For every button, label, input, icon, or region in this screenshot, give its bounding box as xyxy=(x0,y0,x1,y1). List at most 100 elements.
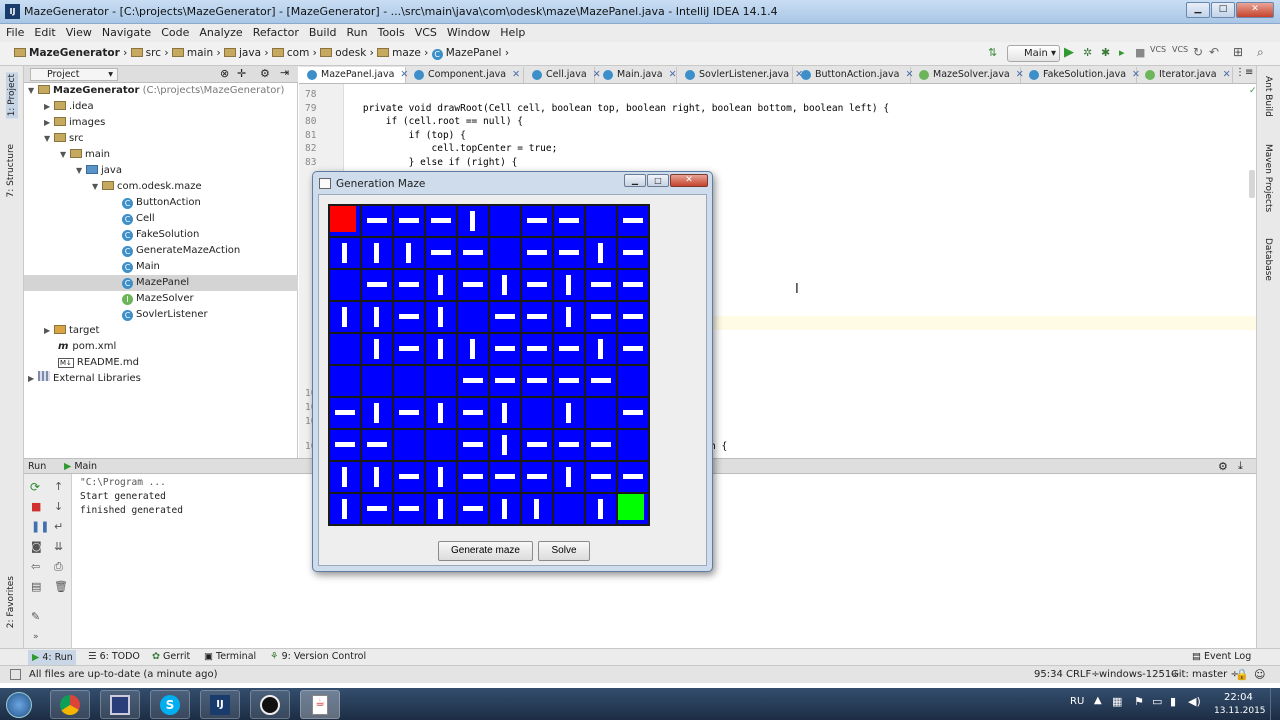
tab-favorites[interactable]: 2: Favorites xyxy=(6,576,16,628)
tray-flag-icon[interactable]: ⚑ xyxy=(1134,695,1144,708)
tab-component[interactable]: Component.java ✕ xyxy=(406,67,524,83)
maximize-button[interactable]: □ xyxy=(1211,2,1235,18)
pin-icon[interactable]: ✎ xyxy=(31,610,40,623)
caret-position[interactable]: 95:34 xyxy=(1034,669,1063,680)
breadcrumb-maze[interactable]: maze xyxy=(392,47,421,59)
vcs-commit-icon[interactable]: VCS xyxy=(1172,45,1188,54)
menu-build[interactable]: Build xyxy=(305,24,341,41)
search-everywhere-icon[interactable]: ⌕ xyxy=(1257,45,1264,60)
close-tab-icon[interactable]: ✕ xyxy=(1223,69,1231,80)
input-language[interactable]: RU xyxy=(1070,696,1084,707)
stop-icon[interactable]: ■ xyxy=(1135,46,1145,59)
tab-structure[interactable]: 7: Structure xyxy=(6,144,16,198)
tab-todo[interactable]: ☰ 6: TODO xyxy=(88,651,140,662)
tree-item-package[interactable]: ▼ com.odesk.maze xyxy=(92,179,202,195)
close-tab-icon[interactable]: ✕ xyxy=(512,69,520,80)
tree-item-mazepanel[interactable]: C MazePanel xyxy=(24,275,298,291)
taskbar-time[interactable]: 22:04 xyxy=(1224,692,1253,703)
more-icon[interactable]: » xyxy=(33,632,39,642)
build-icon[interactable]: ⇅ xyxy=(988,47,1000,59)
pause-icon[interactable]: ❚❚ xyxy=(31,520,49,533)
tab-buttonaction[interactable]: ButtonAction.java ✕ xyxy=(793,67,913,83)
menu-vcs[interactable]: VCS xyxy=(411,24,441,41)
tab-fakesolution[interactable]: FakeSolution.java ✕ xyxy=(1021,67,1140,83)
tree-item-target[interactable]: ▶ target xyxy=(44,323,99,339)
inspector-icon[interactable]: ☺ xyxy=(1254,668,1265,681)
tree-item-readme[interactable]: M↓ README.md xyxy=(58,355,139,371)
up-icon[interactable]: ↑ xyxy=(54,480,63,493)
menu-window[interactable]: Window xyxy=(443,24,494,41)
project-structure-icon[interactable]: ⊞ xyxy=(1233,45,1243,59)
vcs-update-icon[interactable]: VCS xyxy=(1150,45,1166,54)
tree-item-images[interactable]: ▶ images xyxy=(44,115,105,131)
project-view-select[interactable]: Project ▾ xyxy=(30,68,118,81)
tree-item-fakesolution[interactable]: C FakeSolution xyxy=(122,227,199,243)
breadcrumb-java[interactable]: java xyxy=(239,47,261,59)
menu-tools[interactable]: Tools xyxy=(374,24,409,41)
breadcrumb-com[interactable]: com xyxy=(287,47,309,59)
breadcrumb-mazepanel[interactable]: MazePanel xyxy=(446,47,502,59)
tree-item-main-class[interactable]: C Main xyxy=(122,259,160,275)
tree-item-mazesolver[interactable]: I MazeSolver xyxy=(122,291,194,307)
tree-item-buttonaction[interactable]: C ButtonAction xyxy=(122,195,201,211)
show-desktop-button[interactable] xyxy=(1270,688,1280,720)
taskbar-skype[interactable]: S xyxy=(150,690,190,719)
tree-item-generatemazeaction[interactable]: C GenerateMazeAction xyxy=(122,243,240,259)
menu-analyze[interactable]: Analyze xyxy=(195,24,246,41)
hide-icon[interactable]: ⇥ xyxy=(280,66,289,79)
gear-icon[interactable]: ⚙ xyxy=(1218,460,1228,473)
run-tab-main[interactable]: ▶ Main xyxy=(64,461,97,472)
tab-iterator[interactable]: Iterator.java ✕ xyxy=(1137,67,1233,83)
start-button[interactable] xyxy=(6,692,32,718)
breadcrumb-project[interactable]: MazeGenerator xyxy=(29,47,120,59)
menu-edit[interactable]: Edit xyxy=(30,24,59,41)
taskbar-java[interactable]: ☕ xyxy=(300,690,340,719)
scroll-end-icon[interactable]: ⇊ xyxy=(54,540,63,553)
tray-volume-icon[interactable]: ◀) xyxy=(1188,695,1201,708)
tab-database[interactable]: Database xyxy=(1263,238,1273,281)
tree-item-cell[interactable]: C Cell xyxy=(122,211,155,227)
down-icon[interactable]: ↓ xyxy=(54,500,63,513)
taskbar-save[interactable] xyxy=(100,690,140,719)
tree-item-java[interactable]: ▼ java xyxy=(76,163,122,179)
profile-icon[interactable]: ▸ xyxy=(1119,46,1125,59)
dialog-maximize-button[interactable]: □ xyxy=(647,174,669,187)
line-separator[interactable]: CRLF÷ xyxy=(1066,669,1100,680)
revert-icon[interactable]: ↶ xyxy=(1209,45,1219,59)
tab-terminal[interactable]: ▣ Terminal xyxy=(204,651,256,662)
menu-navigate[interactable]: Navigate xyxy=(98,24,155,41)
clear-icon[interactable]: 🗑 xyxy=(54,580,68,593)
collapse-icon[interactable]: ✛ xyxy=(237,67,246,80)
tabs-overflow-icon[interactable]: ⋮≡ xyxy=(1235,67,1253,78)
editor-scrollbar-thumb[interactable] xyxy=(1249,170,1255,198)
menu-file[interactable]: File xyxy=(2,24,28,41)
run-icon[interactable]: ▶ xyxy=(1064,45,1074,60)
coverage-icon[interactable]: ✱ xyxy=(1101,46,1110,59)
taskbar-chrome[interactable] xyxy=(50,690,90,719)
tree-item-pom[interactable]: m pom.xml xyxy=(58,339,116,355)
generate-maze-button[interactable]: Generate maze xyxy=(438,541,533,561)
tab-version-control[interactable]: ⚘ 9: Version Control xyxy=(270,651,366,662)
taskbar-intellij[interactable]: IJ xyxy=(200,690,240,719)
breadcrumb-src[interactable]: src xyxy=(146,47,161,59)
history-icon[interactable]: ↻ xyxy=(1193,45,1203,59)
breadcrumb-main[interactable]: main xyxy=(187,47,213,59)
hide-icon[interactable]: ⤓ xyxy=(1238,459,1243,473)
tree-item-src[interactable]: ▼ src xyxy=(44,131,84,147)
close-button[interactable]: ✕ xyxy=(1236,2,1274,18)
minimize-button[interactable]: ▁ xyxy=(1186,2,1210,18)
tray-display-icon[interactable]: ▭ xyxy=(1152,695,1162,708)
taskbar-date[interactable]: 13.11.2015 xyxy=(1214,706,1266,716)
print-icon[interactable]: ⎙ xyxy=(54,560,63,574)
tab-event-log[interactable]: ▤ Event Log xyxy=(1192,651,1251,662)
tray-network-icon[interactable]: ▦ xyxy=(1112,695,1122,708)
tray-signal-icon[interactable]: ▮ xyxy=(1170,695,1176,708)
tab-sovlerlistener[interactable]: SovlerListener.java ✕ xyxy=(677,67,803,83)
tree-item-root[interactable]: ▼ MazeGenerator (C:\projects\MazeGenerato… xyxy=(28,83,284,99)
menu-run[interactable]: Run xyxy=(343,24,372,41)
sync-icon[interactable]: ⊗ xyxy=(220,67,229,80)
tab-ant-build[interactable]: Ant Build xyxy=(1263,76,1273,117)
lock-icon[interactable]: 🔒 xyxy=(1235,668,1249,681)
tab-gerrit[interactable]: ✿ Gerrit xyxy=(152,651,190,662)
tree-item-external-libraries[interactable]: ▶ External Libraries xyxy=(28,371,141,387)
